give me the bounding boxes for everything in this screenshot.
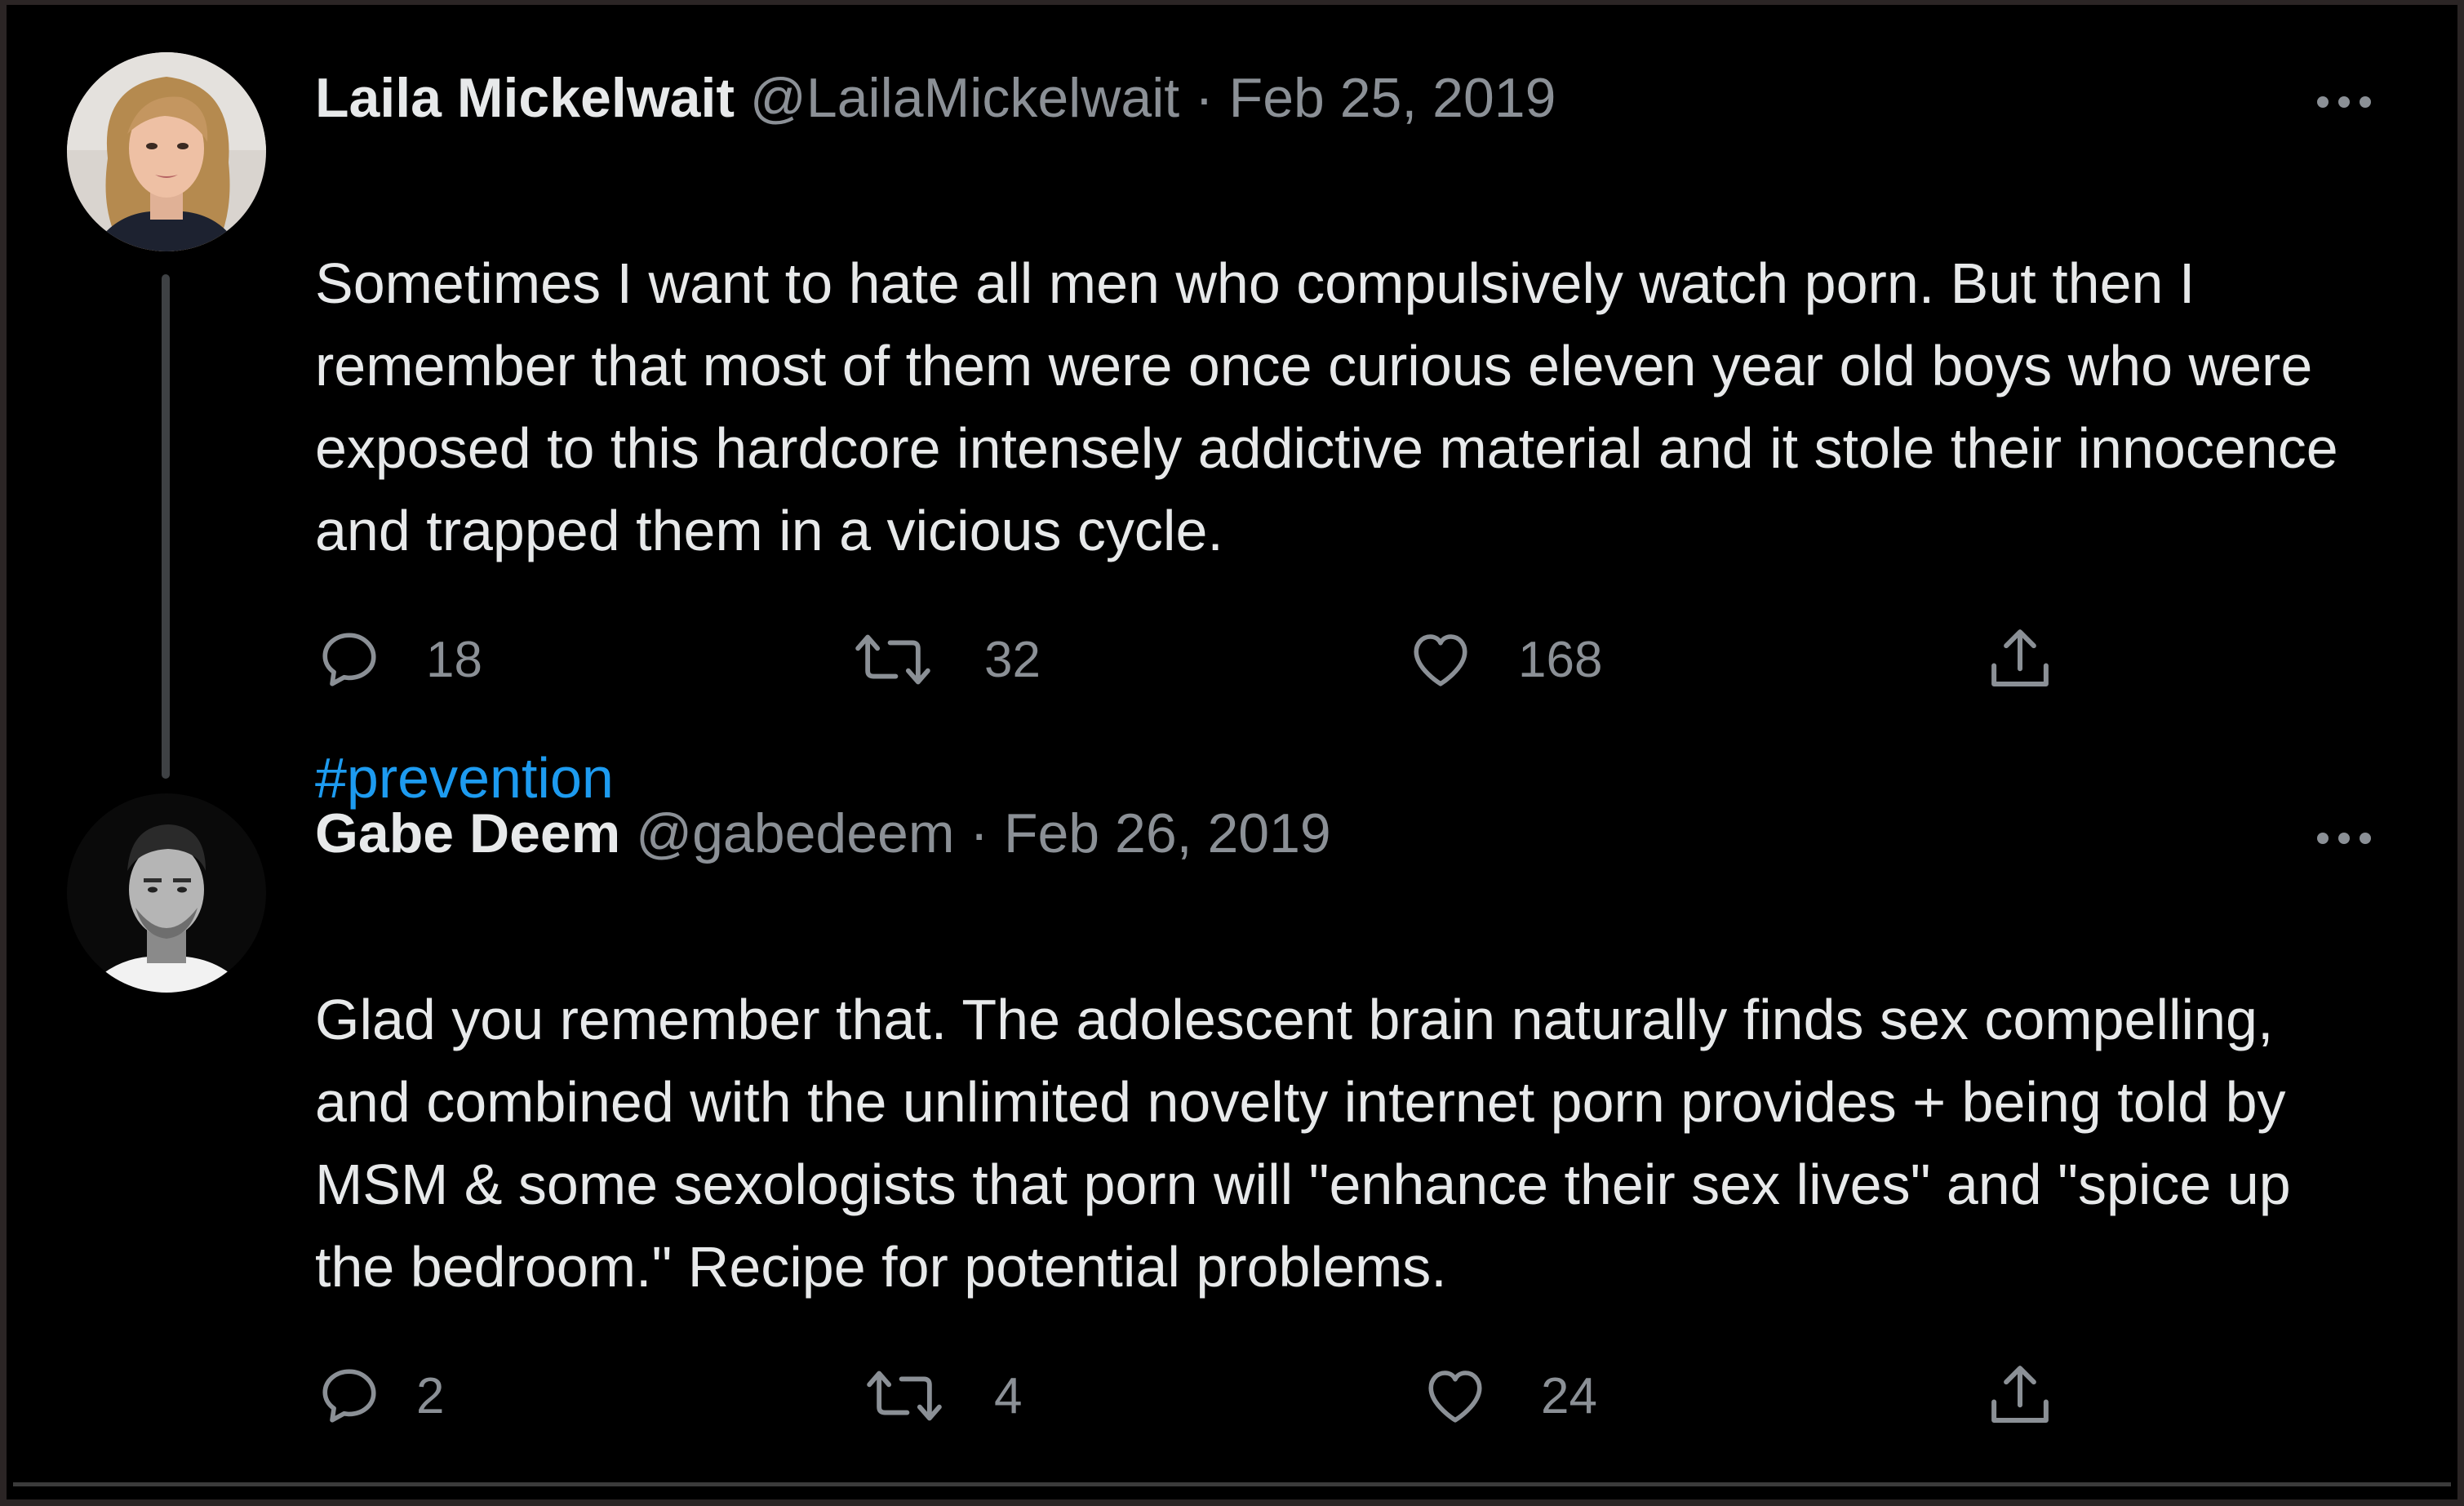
tweet-body: Glad you remember that. The adolescent b… (315, 988, 2291, 1299)
avatar[interactable] (67, 793, 266, 993)
retweet-count: 4 (994, 1367, 1023, 1424)
tweet-date[interactable]: Feb 26, 2019 (1004, 802, 1331, 864)
share-upload-icon (1991, 629, 2049, 686)
speech-bubble-icon (322, 1369, 376, 1423)
reply-button[interactable]: 2 (315, 1359, 444, 1433)
tweet-text: Glad you remember that. The adolescent b… (315, 896, 2355, 1308)
tweet-actions: 18 32 168 (315, 623, 2111, 696)
tweet-actions: 2 4 24 (315, 1359, 2111, 1433)
reply-count: 18 (426, 631, 482, 688)
heart-icon (1414, 634, 1467, 686)
tweet-thread-panel: Laila Mickelwait @LailaMickelwait · Feb … (0, 0, 2464, 1506)
like-button[interactable]: 24 (1420, 1359, 1597, 1433)
separator-dot: · (1195, 67, 1214, 129)
tweet-text: Sometimes I want to hate all men who com… (315, 160, 2355, 820)
divider (13, 1482, 2451, 1486)
tweet-body: Sometimes I want to hate all men who com… (315, 251, 2338, 562)
share-button[interactable] (1983, 1359, 2057, 1433)
tweet-date[interactable]: Feb 25, 2019 (1229, 67, 1556, 129)
like-count: 24 (1541, 1367, 1597, 1424)
display-name[interactable]: Laila Mickelwait (315, 67, 735, 129)
retweet-button[interactable]: 32 (854, 623, 1041, 696)
speech-bubble-icon (322, 633, 376, 686)
reply-count: 2 (416, 1367, 445, 1424)
like-button[interactable]: 168 (1405, 623, 1602, 696)
man-portrait-avatar-icon (67, 793, 266, 993)
heart-icon (1428, 1371, 1482, 1423)
retweet-button[interactable]: 4 (865, 1359, 1022, 1433)
more-dots-icon[interactable] (2317, 91, 2382, 111)
reply-button[interactable]: 18 (315, 623, 482, 696)
like-count: 168 (1518, 631, 1603, 688)
user-handle[interactable]: @LailaMickelwait (750, 67, 1179, 129)
share-button[interactable] (1983, 623, 2057, 696)
display-name[interactable]: Gabe Deem (315, 802, 620, 864)
share-upload-icon (1991, 1366, 2049, 1423)
user-handle[interactable]: @gabedeem (636, 802, 954, 864)
thread-connector-line (162, 274, 170, 779)
tweet-header: Gabe Deem @gabedeem · Feb 26, 2019 (315, 801, 1331, 866)
retweet-arrows-icon (867, 1371, 942, 1421)
woman-portrait-avatar-icon (67, 52, 266, 251)
separator-dot: · (970, 802, 989, 864)
retweet-arrows-icon (855, 634, 930, 685)
more-dots-icon[interactable] (2317, 828, 2382, 847)
tweet-header: Laila Mickelwait @LailaMickelwait · Feb … (315, 65, 1556, 131)
avatar[interactable] (67, 52, 266, 251)
retweet-count: 32 (984, 631, 1041, 688)
